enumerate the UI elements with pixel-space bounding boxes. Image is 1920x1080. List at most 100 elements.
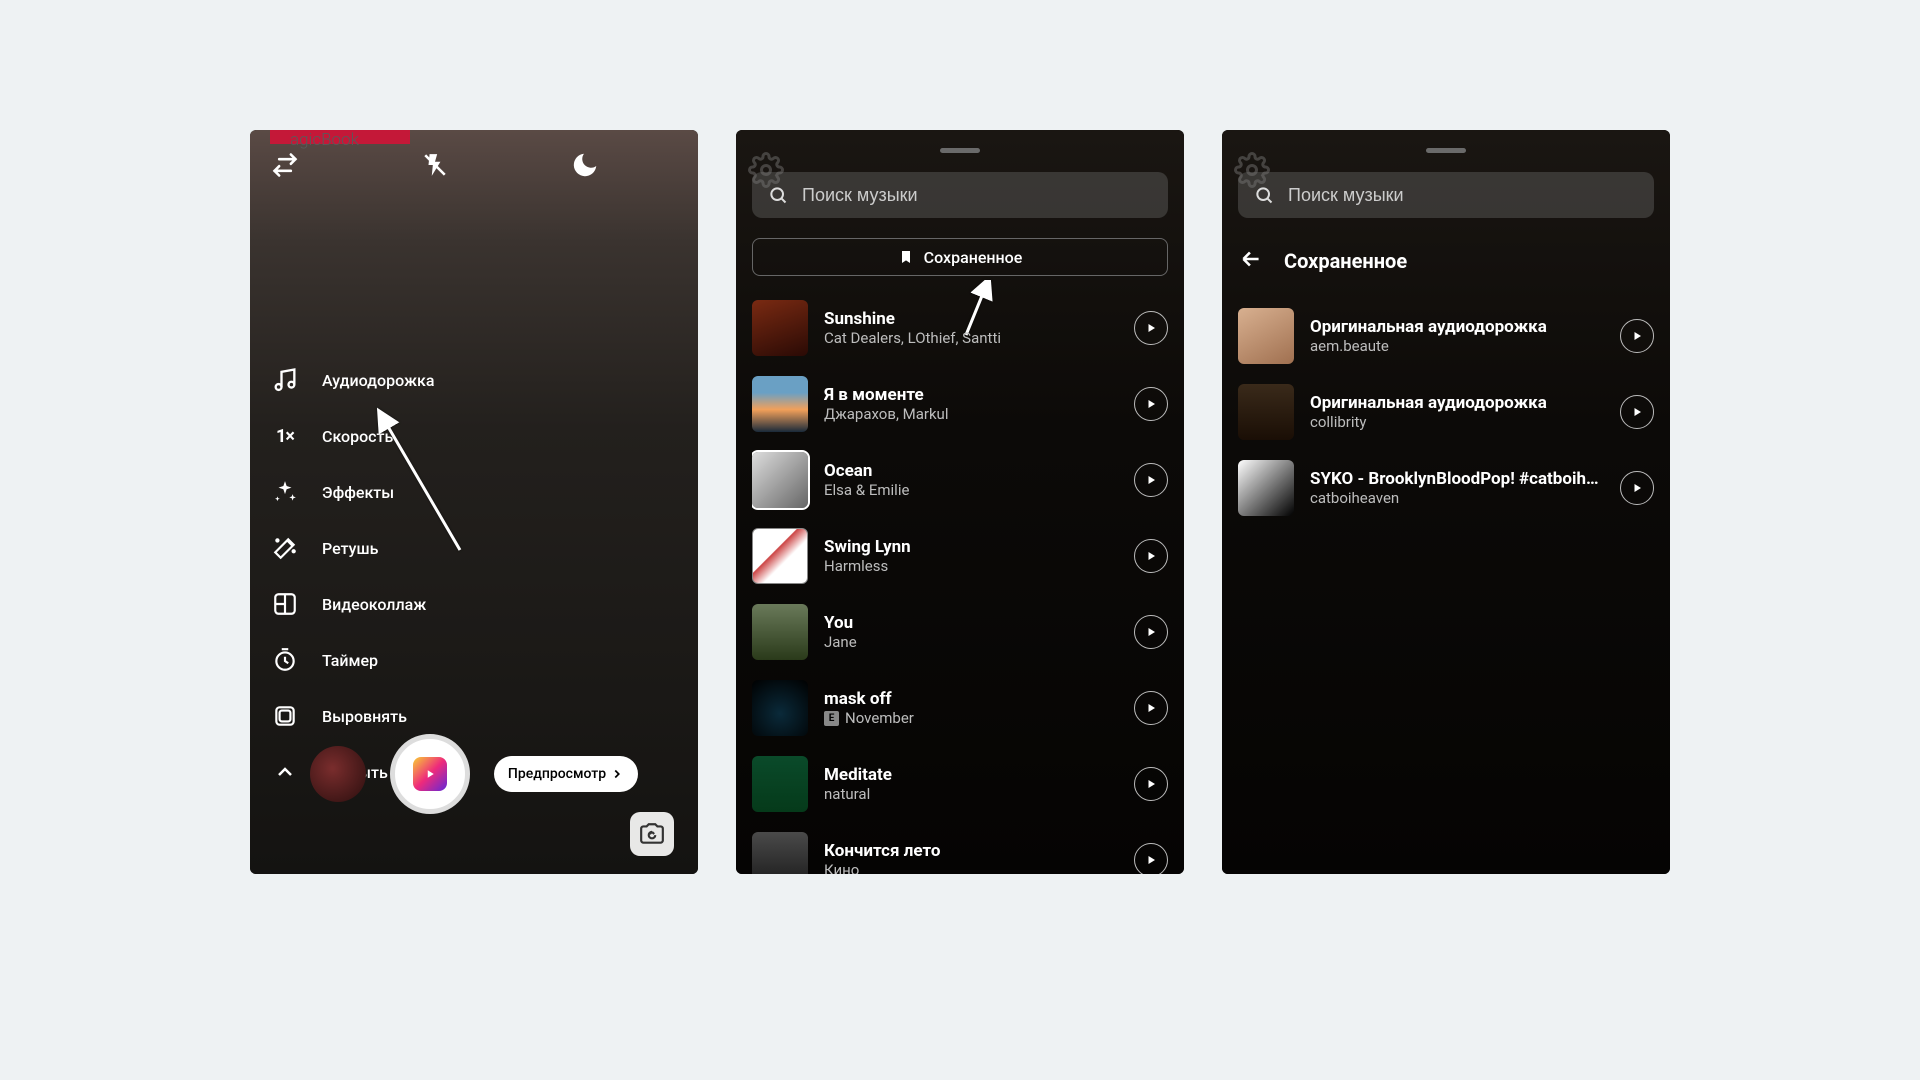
play-button[interactable] [1134, 615, 1168, 649]
play-button[interactable] [1134, 691, 1168, 725]
track-row[interactable]: mask off E November [752, 670, 1168, 746]
track-row[interactable]: Оригинальная аудиодорожка collibrity [1238, 374, 1654, 450]
track-cover [752, 300, 808, 356]
side-item-audio[interactable]: Аудиодорожка [270, 365, 435, 395]
search-bar[interactable] [752, 172, 1168, 218]
track-cover [1238, 384, 1294, 440]
track-row[interactable]: Я в моменте Джарахов, Markul [752, 366, 1168, 442]
night-mode-icon[interactable] [570, 150, 600, 180]
play-button[interactable] [1134, 539, 1168, 573]
camera-bottom-bar: Предпросмотр [250, 734, 698, 814]
play-button[interactable] [1620, 395, 1654, 429]
track-info: Кончится лето Кино [824, 841, 1118, 874]
track-title: Оригинальная аудиодорожка [1310, 393, 1604, 413]
track-artist: E November [824, 709, 1118, 727]
track-cover [1238, 308, 1294, 364]
search-input[interactable] [802, 185, 1152, 206]
saved-button[interactable]: Сохраненное [752, 238, 1168, 276]
track-info: Я в моменте Джарахов, Markul [824, 385, 1118, 423]
bookmark-icon [898, 249, 914, 265]
side-item-effects[interactable]: Эффекты [270, 477, 435, 507]
side-item-timer[interactable]: Таймер [270, 645, 435, 675]
track-cover [752, 604, 808, 660]
saved-label: Сохраненное [924, 248, 1023, 267]
track-row[interactable]: Swing Lynn Harmless [752, 518, 1168, 594]
collage-icon [270, 589, 300, 619]
play-button[interactable] [1134, 463, 1168, 497]
track-cover [752, 832, 808, 874]
back-button[interactable] [1238, 246, 1264, 276]
play-button[interactable] [1134, 311, 1168, 345]
track-artist: Elsa & Emilie [824, 481, 1118, 499]
play-button[interactable] [1134, 387, 1168, 421]
track-cover [752, 452, 808, 508]
side-label: Выровнять [322, 707, 407, 726]
sparkle-icon [270, 477, 300, 507]
drag-handle[interactable] [940, 148, 980, 153]
side-label: Аудиодорожка [322, 371, 435, 390]
play-button[interactable] [1134, 843, 1168, 874]
track-row[interactable]: Ocean Elsa & Emilie [752, 442, 1168, 518]
side-label: Эффекты [322, 483, 394, 502]
track-row[interactable]: Sunshine Cat Dealers, LOthief, Santti [752, 290, 1168, 366]
track-row[interactable]: You Jane [752, 594, 1168, 670]
align-icon [270, 701, 300, 731]
saved-title: Сохраненное [1284, 249, 1407, 273]
track-row[interactable]: Кончится лето Кино [752, 822, 1168, 874]
track-cover [752, 756, 808, 812]
wand-icon [270, 533, 300, 563]
side-label: Ретушь [322, 539, 378, 558]
swap-arrows-icon[interactable] [270, 150, 300, 180]
track-title: You [824, 613, 1118, 633]
track-info: You Jane [824, 613, 1118, 651]
music-list[interactable]: Оригинальная аудиодорожка aem.beaute Ори… [1238, 298, 1654, 874]
play-button[interactable] [1620, 471, 1654, 505]
side-menu: Аудиодорожка 1× Скорость Эффекты Ретушь [270, 365, 435, 787]
track-cover [752, 376, 808, 432]
track-info: Meditate natural [824, 765, 1118, 803]
shutter-button[interactable] [390, 734, 470, 814]
track-row[interactable]: Meditate natural [752, 746, 1168, 822]
play-button[interactable] [1620, 319, 1654, 353]
side-item-collage[interactable]: Видеоколлаж [270, 589, 435, 619]
brand-text: agicBook [290, 130, 359, 150]
music-list[interactable]: Sunshine Cat Dealers, LOthief, Santti Я … [752, 290, 1168, 874]
track-info: Sunshine Cat Dealers, LOthief, Santti [824, 309, 1118, 347]
track-title: Я в моменте [824, 385, 1118, 405]
track-artist: aem.beaute [1310, 337, 1604, 355]
track-cover [752, 680, 808, 736]
side-item-speed[interactable]: 1× Скорость [270, 421, 435, 451]
search-icon [1254, 185, 1274, 205]
play-button[interactable] [1134, 767, 1168, 801]
explicit-badge: E [824, 711, 839, 726]
track-info: Оригинальная аудиодорожка collibrity [1310, 393, 1604, 431]
track-title: Swing Lynn [824, 537, 1118, 557]
flash-off-icon[interactable] [420, 150, 450, 180]
reels-icon [413, 757, 447, 791]
track-title: mask off [824, 689, 1118, 709]
track-row[interactable]: SYKO - BrooklynBloodPop! #catboiheaven c… [1238, 450, 1654, 526]
track-info: Оригинальная аудиодорожка aem.beaute [1310, 317, 1604, 355]
preview-button[interactable]: Предпросмотр [494, 756, 638, 792]
search-bar[interactable] [1238, 172, 1654, 218]
drag-handle[interactable] [1426, 148, 1466, 153]
track-title: Meditate [824, 765, 1118, 785]
track-info: mask off E November [824, 689, 1118, 727]
saved-header: Сохраненное [1238, 246, 1654, 276]
preview-label: Предпросмотр [508, 766, 606, 782]
side-item-align[interactable]: Выровнять [270, 701, 435, 731]
track-artist: collibrity [1310, 413, 1604, 431]
gallery-thumbnail[interactable] [310, 746, 366, 802]
track-row[interactable]: Оригинальная аудиодорожка aem.beaute [1238, 298, 1654, 374]
track-title: SYKO - BrooklynBloodPop! #catboiheaven [1310, 469, 1604, 489]
side-item-retouch[interactable]: Ретушь [270, 533, 435, 563]
track-artist: catboiheaven [1310, 489, 1604, 507]
search-input[interactable] [1288, 185, 1638, 206]
track-info: SYKO - BrooklynBloodPop! #catboiheaven c… [1310, 469, 1604, 507]
screen-music-search: Сохраненное Sunshine Cat Dealers, LOthie… [736, 130, 1184, 874]
screen-saved-music: Сохраненное Оригинальная аудиодорожка ae… [1222, 130, 1670, 874]
track-title: Sunshine [824, 309, 1118, 329]
track-info: Swing Lynn Harmless [824, 537, 1118, 575]
flip-camera-button[interactable] [630, 812, 674, 856]
screen-camera: agicBook Аудиодорожка 1× Скорость [250, 130, 698, 874]
